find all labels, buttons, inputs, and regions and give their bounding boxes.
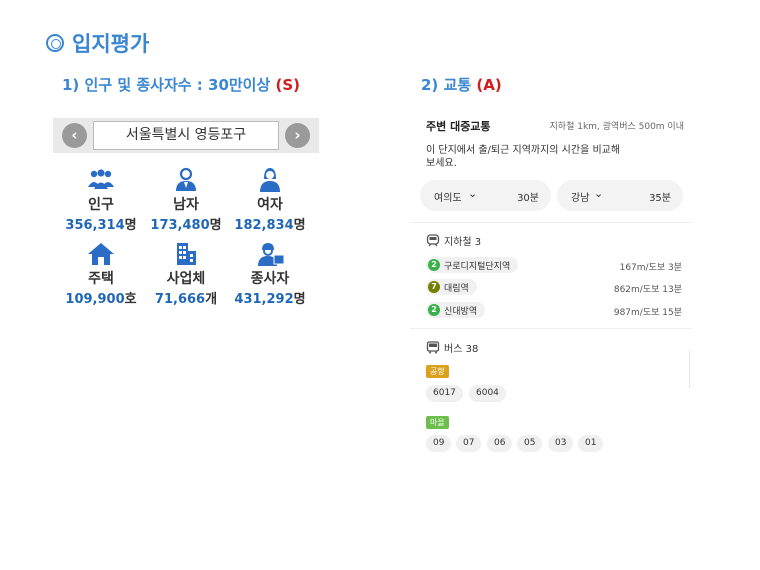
next-region-button[interactable]: › [285, 123, 310, 148]
stat-value: 431,292 [234, 292, 294, 307]
stat-unit: 명 [209, 218, 222, 233]
destination-gangnam[interactable]: 강남 ⌄ 35분 [557, 180, 683, 211]
region-selector: ‹ 서울특별시 영등포구 › [53, 118, 319, 153]
station-row[interactable]: 2 신대방역 [426, 302, 486, 318]
population-grade: (S) [275, 76, 301, 94]
transit-panel: 주변 대중교통 지하철 1km, 광역버스 500m 이내 이 단지에서 출/퇴… [410, 100, 692, 470]
stat-label: 남자 [173, 197, 199, 213]
population-heading-text: 1) 인구 및 종사자수 : 30만이상 [62, 76, 271, 94]
stat-unit: 명 [124, 218, 137, 233]
station-name: 대림역 [444, 283, 469, 294]
subway-header: 지하철 3 [426, 233, 481, 248]
house-icon [88, 243, 114, 265]
prev-region-button[interactable]: ‹ [62, 123, 87, 148]
transit-heading: 2) 교통 (A) [421, 74, 502, 95]
line-badge: 7 [428, 281, 440, 293]
stat-housing: 주택 109,900호 [53, 241, 149, 307]
stat-value: 71,666 [154, 292, 206, 307]
bus-route[interactable]: 07 [456, 435, 482, 452]
chevron-down-icon[interactable]: ⌄ [468, 187, 477, 200]
bus-tag-village: 마을 [426, 416, 449, 429]
bus-header: 버스 38 [426, 340, 478, 355]
destination-time: 35분 [649, 193, 671, 204]
stat-label: 인구 [88, 197, 114, 213]
transit-title: 주변 대중교통 [426, 120, 491, 133]
stat-business: 사업체 71,666개 [138, 241, 234, 307]
line-badge: 2 [428, 259, 440, 271]
stat-female: 여자 182,834명 [222, 167, 318, 233]
station-row[interactable]: 2 구로디지털단지역 [426, 257, 519, 273]
transit-heading-text: 2) 교통 [421, 76, 472, 94]
panel-edge [689, 350, 690, 388]
destination-name: 강남 [571, 193, 590, 204]
population-heading: 1) 인구 및 종사자수 : 30만이상 (S) [62, 74, 300, 95]
stat-value: 182,834 [234, 218, 294, 233]
chevron-down-icon[interactable]: ⌄ [594, 187, 603, 200]
station-name: 신대방역 [444, 306, 478, 317]
subway-icon [426, 234, 440, 247]
worker-icon [258, 243, 285, 266]
subway-label: 지하철 3 [444, 237, 482, 248]
stat-male: 남자 173,480명 [138, 167, 234, 233]
divider [410, 328, 692, 329]
man-icon [176, 167, 196, 191]
bus-route[interactable]: 05 [517, 435, 543, 452]
bus-icon [426, 341, 440, 354]
stat-label: 주택 [88, 271, 114, 287]
stat-population: 인구 356,314명 [53, 167, 149, 233]
stat-unit: 호 [124, 292, 137, 307]
stat-unit: 명 [293, 218, 306, 233]
line-badge: 2 [428, 304, 440, 316]
transit-subtitle: 지하철 1km, 광역버스 500m 이내 [549, 122, 684, 132]
bus-route[interactable]: 6017 [426, 385, 463, 402]
bus-route[interactable]: 6004 [469, 385, 506, 402]
stat-value: 109,900 [65, 292, 125, 307]
station-distance: 862m/도보 13분 [613, 285, 682, 295]
page-title-text: 입지평가 [72, 32, 150, 56]
stat-unit: 명 [293, 292, 306, 307]
people-icon [88, 169, 114, 189]
stat-workers: 종사자 431,292명 [222, 241, 318, 307]
bus-route[interactable]: 01 [578, 435, 604, 452]
bus-route[interactable]: 06 [487, 435, 513, 452]
station-name: 구로디지털단지역 [444, 261, 511, 272]
bus-route[interactable]: 03 [548, 435, 574, 452]
woman-icon [260, 168, 280, 192]
compare-text: 이 단지에서 출/퇴근 지역까지의 시간을 비교해보세요. [426, 145, 621, 169]
bus-tag-airport: 공항 [426, 365, 449, 378]
destination-time: 30분 [517, 193, 539, 204]
stat-value: 356,314 [65, 218, 125, 233]
destination-yeouido[interactable]: 여의도 ⌄ 30분 [420, 180, 551, 211]
stat-label: 사업체 [166, 271, 206, 287]
station-distance: 167m/도보 3분 [619, 263, 682, 273]
double-circle-icon [46, 34, 64, 52]
divider [410, 222, 692, 223]
page-title: 입지평가 [46, 28, 149, 58]
destination-name: 여의도 [434, 193, 462, 204]
stat-label: 여자 [257, 197, 283, 213]
transit-grade: (A) [476, 76, 502, 94]
stat-unit: 개 [205, 292, 218, 307]
station-distance: 987m/도보 15분 [613, 308, 682, 318]
bus-label: 버스 38 [444, 344, 479, 355]
stat-label: 종사자 [250, 271, 290, 287]
stat-value: 173,480 [150, 218, 210, 233]
region-name[interactable]: 서울특별시 영등포구 [93, 121, 279, 150]
building-icon [177, 243, 196, 265]
station-row[interactable]: 7 대림역 [426, 279, 477, 295]
bus-route[interactable]: 09 [426, 435, 452, 452]
